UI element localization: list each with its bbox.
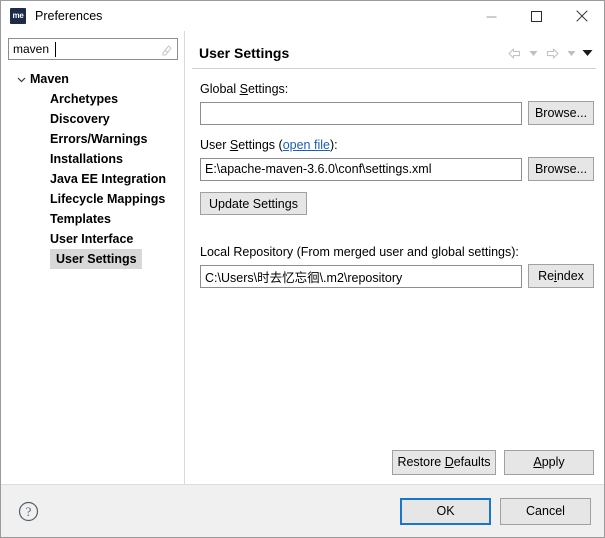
chevron-down-icon[interactable] — [14, 75, 28, 84]
forward-arrow-glyph — [546, 47, 559, 59]
tree-item-lifecycle-mappings[interactable]: Lifecycle Mappings — [8, 189, 184, 209]
minimize-button[interactable] — [469, 1, 514, 31]
tree-item-java-ee-integration[interactable]: Java EE Integration — [8, 169, 184, 189]
restore-defaults-button[interactable]: Restore Defaults — [392, 450, 496, 475]
title-bar: me Preferences — [1, 1, 604, 31]
restore-defaults-label-mnemonic: D — [444, 455, 454, 469]
global-settings-label-pre: Global — [200, 82, 240, 96]
maximize-icon — [531, 10, 542, 22]
preferences-dialog: me Preferences maven Maven Archetypes Di… — [0, 0, 605, 538]
reindex-label-pre: Re — [538, 269, 555, 283]
local-repository-row: Reindex — [200, 264, 594, 288]
tree-item-errors-warnings[interactable]: Errors/Warnings — [8, 129, 184, 149]
tree-item-label: Errors/Warnings — [50, 132, 148, 146]
tree-item-archetypes[interactable]: Archetypes — [8, 89, 184, 109]
chevron-down-glyph — [582, 50, 592, 56]
restore-defaults-label-post: efaults — [453, 455, 491, 469]
panel-header: User Settings — [192, 38, 596, 69]
tree-item-label: Installations — [50, 152, 123, 166]
preferences-tree: Maven Archetypes Discovery Errors/Warnin… — [8, 69, 184, 269]
minimize-icon — [486, 16, 497, 17]
tree-item-templates[interactable]: Templates — [8, 209, 184, 229]
forward-arrow-icon[interactable] — [542, 43, 562, 63]
open-file-link[interactable]: open file — [283, 138, 330, 152]
apply-button[interactable]: Apply — [504, 450, 594, 475]
back-arrow-glyph — [507, 47, 520, 59]
tree-item-label: Maven — [30, 72, 69, 86]
user-settings-label-post: ): — [329, 138, 338, 152]
tree-item-label: Java EE Integration — [50, 172, 167, 186]
user-settings-row: Browse... — [200, 157, 594, 181]
chevron-down-glyph — [17, 77, 25, 82]
global-settings-browse-button[interactable]: Browse... — [528, 101, 594, 125]
apply-label-post: pply — [541, 455, 565, 469]
maximize-button[interactable] — [514, 1, 559, 31]
eraser-icon[interactable] — [159, 42, 173, 57]
chevron-down-glyph — [529, 50, 537, 56]
global-settings-label: Global Settings: — [200, 82, 594, 96]
user-settings-label-mid: ettings ( — [238, 138, 283, 152]
panel-content: Global Settings: Browse... User Settings… — [192, 69, 596, 484]
tree-item-label: Archetypes — [50, 92, 119, 106]
tree-item-discovery[interactable]: Discovery — [8, 109, 184, 129]
help-question-icon[interactable]: ? — [17, 500, 39, 522]
tree-item-label: User Settings — [56, 252, 137, 266]
navigation-pane: Maven Archetypes Discovery Errors/Warnin… — [1, 31, 184, 484]
global-settings-label-mnemonic: S — [239, 82, 248, 96]
local-repository-label: Local Repository (From merged user and g… — [200, 245, 519, 259]
tree-item-installations[interactable]: Installations — [8, 149, 184, 169]
eraser-glyph — [161, 45, 172, 56]
tree-item-user-interface[interactable]: User Interface — [8, 229, 184, 249]
user-settings-label: User Settings (open file): — [200, 138, 594, 152]
user-settings-input[interactable] — [200, 157, 522, 181]
forward-dropdown-chevron-down-icon[interactable] — [564, 43, 578, 63]
tree-item-user-settings[interactable]: User Settings — [50, 249, 142, 269]
maven-eclipse-icon: me — [10, 8, 26, 24]
close-button[interactable] — [559, 1, 604, 31]
global-settings-label-post: ettings: — [247, 82, 289, 96]
tree-item-label: Templates — [50, 212, 111, 226]
tree-item-label: Discovery — [50, 112, 110, 126]
footer-buttons: OK Cancel — [400, 497, 591, 525]
dialog-footer: ? OK Cancel — [1, 484, 604, 537]
global-settings-row: Browse... — [200, 101, 594, 125]
update-settings-button[interactable]: Update Settings — [200, 192, 307, 215]
cancel-button[interactable]: Cancel — [500, 497, 591, 525]
tree-item-label: Lifecycle Mappings — [50, 192, 166, 206]
search-input[interactable] — [9, 39, 177, 59]
restore-defaults-label-pre: Restore — [397, 455, 445, 469]
user-settings-label-mnemonic: S — [229, 138, 239, 152]
page-title: User Settings — [199, 45, 290, 61]
svg-text:?: ? — [25, 504, 31, 519]
reindex-button[interactable]: Reindex — [528, 264, 594, 288]
panel-menu-chevron-down-icon[interactable] — [580, 43, 594, 63]
back-arrow-icon[interactable] — [504, 43, 524, 63]
filter-search-box[interactable] — [8, 38, 178, 60]
window-title: Preferences — [35, 9, 103, 23]
close-icon — [575, 10, 588, 22]
settings-pane: User Settings Global Settings: Browse...… — [185, 31, 604, 484]
ok-button[interactable]: OK — [400, 497, 491, 525]
user-settings-browse-button[interactable]: Browse... — [528, 157, 594, 181]
local-repository-input[interactable] — [200, 264, 522, 288]
back-dropdown-chevron-down-icon[interactable] — [526, 43, 540, 63]
help-question-glyph: ? — [18, 501, 38, 521]
user-settings-label-pre: User — [200, 138, 230, 152]
tree-item-label: User Interface — [50, 232, 134, 246]
window-controls — [469, 1, 604, 31]
tree-item-maven[interactable]: Maven — [8, 69, 184, 89]
global-settings-input[interactable] — [200, 101, 522, 125]
apply-label-mnemonic: A — [533, 455, 542, 469]
panel-nav-icons — [504, 38, 594, 68]
dialog-body: Maven Archetypes Discovery Errors/Warnin… — [1, 31, 604, 484]
chevron-down-glyph — [567, 50, 575, 56]
text-caret — [55, 42, 56, 57]
reindex-label-post: ndex — [556, 269, 584, 283]
panel-action-buttons: Restore Defaults Apply — [392, 450, 594, 475]
